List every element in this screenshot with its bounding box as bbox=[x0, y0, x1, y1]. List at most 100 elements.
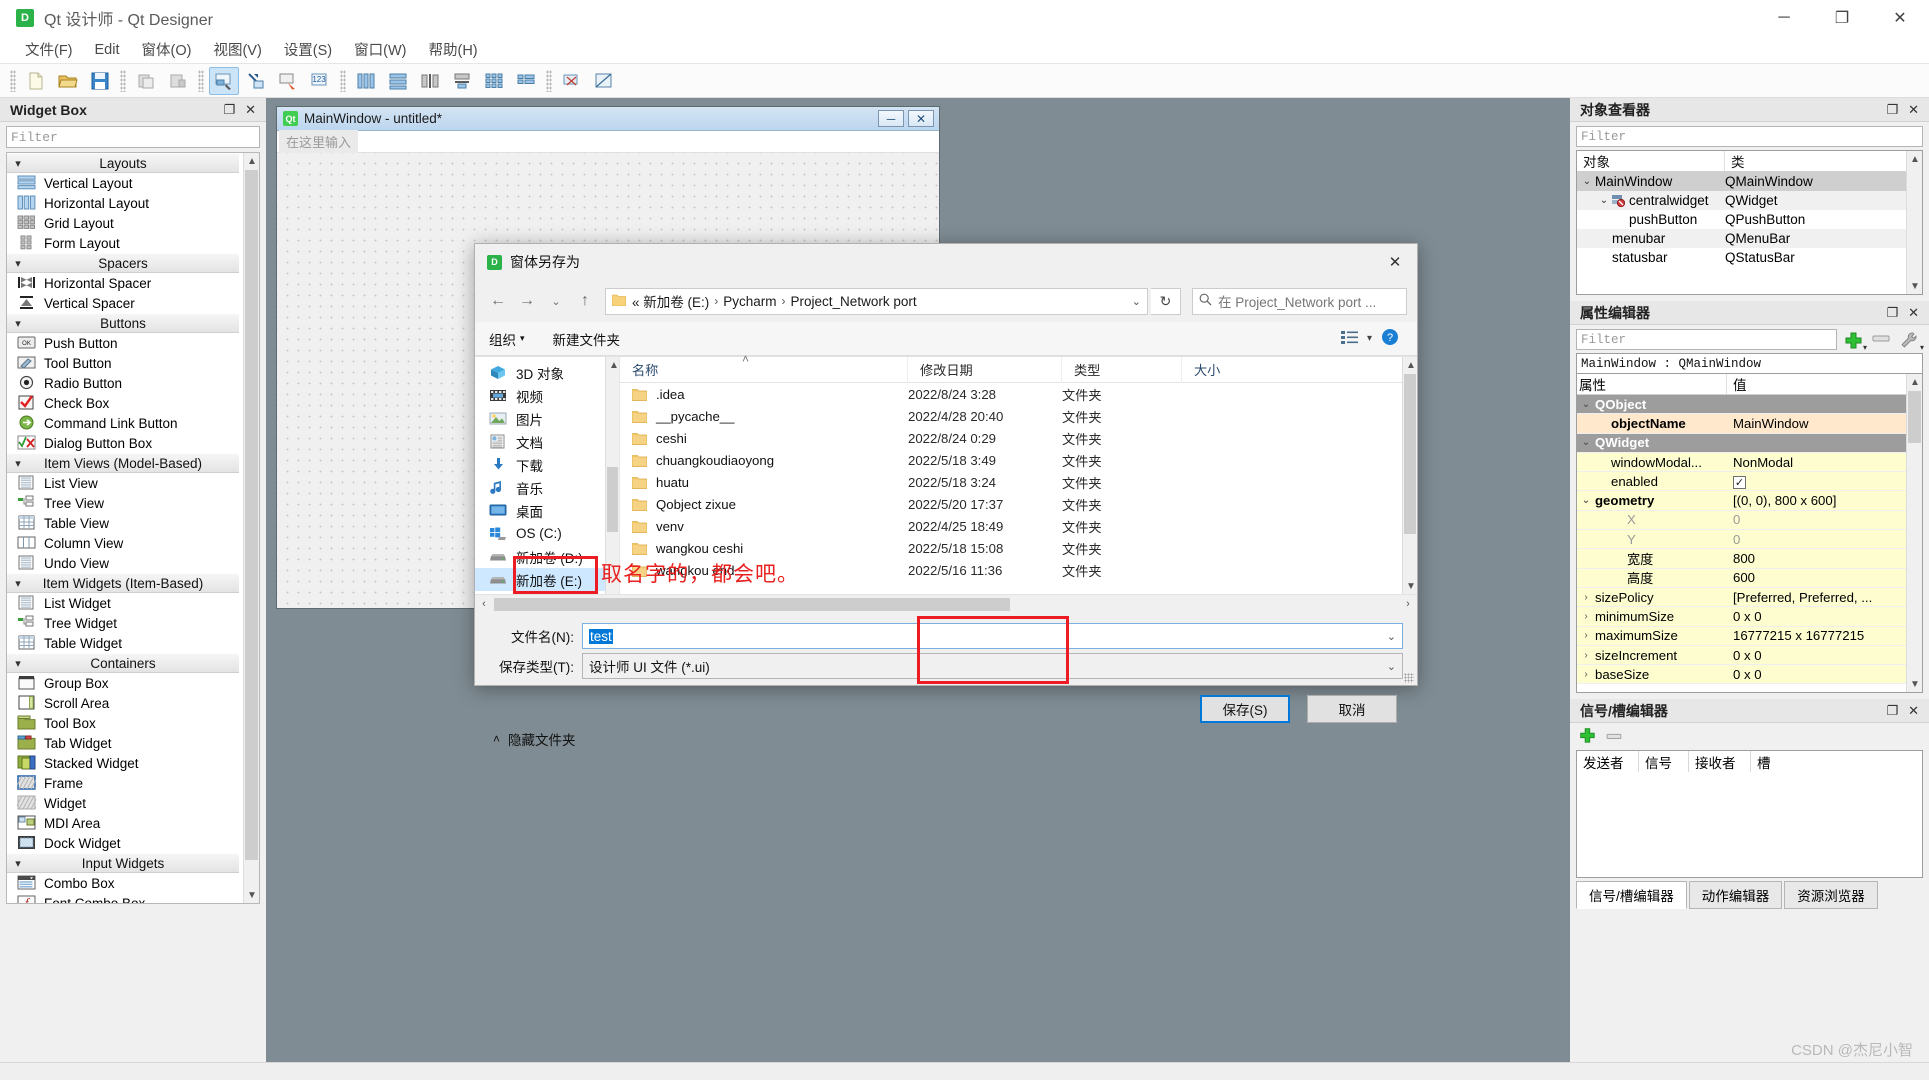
widget-box-group-spacers[interactable]: ▾ Spacers bbox=[7, 253, 239, 273]
signal-slot-table[interactable]: 发送者 信号 接收者 槽 bbox=[1576, 750, 1923, 878]
layout-form-icon[interactable] bbox=[511, 67, 541, 95]
widget-item-radio-button[interactable]: Radio Button bbox=[7, 373, 239, 393]
widget-item-combo-box[interactable]: Combo Box bbox=[7, 873, 239, 893]
hscroll-thumb[interactable] bbox=[494, 597, 1010, 611]
file-row[interactable]: chuangkoudiaoyong 2022/5/18 3:49 文件夹 bbox=[620, 449, 1417, 471]
menu-placeholder-text[interactable]: 在这里输入 bbox=[279, 130, 359, 153]
widget-item-frame[interactable]: Frame bbox=[7, 773, 239, 793]
file-row[interactable]: __pycache__ 2022/4/28 20:40 文件夹 bbox=[620, 405, 1417, 427]
open-file-icon[interactable] bbox=[53, 67, 83, 95]
address-bar[interactable]: « 新加卷 (E:) › Pycharm › Project_Network p… bbox=[605, 287, 1148, 315]
float-icon[interactable]: ❐ bbox=[223, 102, 235, 118]
scroll-down-icon[interactable]: ▼ bbox=[1403, 578, 1419, 594]
property-twisty[interactable]: ⌄ bbox=[1577, 437, 1595, 448]
wrench-icon[interactable]: ▾ bbox=[1899, 330, 1924, 352]
property-row-objectName[interactable]: objectName MainWindow bbox=[1577, 414, 1922, 434]
tab-动作编辑器[interactable]: 动作编辑器 bbox=[1688, 881, 1783, 909]
menu-item-0[interactable]: 文件(F) bbox=[14, 36, 84, 63]
chevron-down-icon[interactable]: ⌄ bbox=[1132, 295, 1141, 308]
minus-icon[interactable] bbox=[1871, 331, 1893, 348]
plus-icon[interactable] bbox=[1578, 726, 1596, 747]
widget-box-group-buttons[interactable]: ▾ Buttons bbox=[7, 313, 239, 333]
forward-icon[interactable]: → bbox=[514, 288, 540, 314]
close-icon[interactable]: ✕ bbox=[1908, 102, 1919, 118]
widget-item-tree-view[interactable]: Tree View bbox=[7, 493, 239, 513]
widget-box-group-item-widgets-item-based[interactable]: ▾ Item Widgets (Item-Based) bbox=[7, 573, 239, 593]
property-value[interactable]: 0 x 0 bbox=[1733, 609, 1762, 624]
widget-item-check-box[interactable]: Check Box bbox=[7, 393, 239, 413]
property-value[interactable]: NonModal bbox=[1733, 455, 1793, 470]
enabled-checkbox[interactable]: ✓ bbox=[1733, 475, 1746, 489]
property-row-geometry[interactable]: ⌄ geometry [(0, 0), 800 x 600] bbox=[1577, 491, 1922, 511]
layout-horizontally-icon[interactable] bbox=[351, 67, 381, 95]
tab-信号-槽编辑器[interactable]: 信号/槽编辑器 bbox=[1576, 881, 1687, 909]
widget-item-list-view[interactable]: List View bbox=[7, 473, 239, 493]
widget-item-undo-view[interactable]: Undo View bbox=[7, 553, 239, 573]
refresh-icon[interactable]: ↻ bbox=[1151, 287, 1181, 315]
property-value[interactable]: 16777215 x 16777215 bbox=[1733, 628, 1864, 643]
tree-twisty[interactable]: ⌄ bbox=[1596, 195, 1612, 206]
widget-item-tool-button[interactable]: Tool Button bbox=[7, 353, 239, 373]
widget-box-group-containers[interactable]: ▾ Containers bbox=[7, 653, 239, 673]
widget-item-group-box[interactable]: Group Box bbox=[7, 673, 239, 693]
property-row-X[interactable]: X0 bbox=[1577, 510, 1922, 531]
float-icon[interactable]: ❐ bbox=[1886, 305, 1898, 321]
widget-item-mdi-area[interactable]: MDI Area bbox=[7, 813, 239, 833]
property-value[interactable]: MainWindow bbox=[1733, 416, 1809, 431]
hide-folders-toggle[interactable]: ˄ 隐藏文件夹 bbox=[475, 723, 1417, 749]
widget-box-group-item-views-model-based[interactable]: ▾ Item Views (Model-Based) bbox=[7, 453, 239, 473]
property-value[interactable]: [(0, 0), 800 x 600] bbox=[1733, 493, 1836, 508]
widget-item-horizontal-spacer[interactable]: Horizontal Spacer bbox=[7, 273, 239, 293]
file-row[interactable]: ceshi 2022/8/24 0:29 文件夹 bbox=[620, 427, 1417, 449]
object-tree[interactable]: 对象 类 ⌄ MainWindow QMainWindow ⌄ centralwidge… bbox=[1576, 150, 1923, 295]
file-row[interactable]: Qobject zixue 2022/5/20 17:37 文件夹 bbox=[620, 493, 1417, 515]
menu-item-3[interactable]: 视图(V) bbox=[202, 36, 272, 63]
toolbar-grip[interactable] bbox=[120, 69, 126, 92]
widget-item-tree-widget[interactable]: Tree Widget bbox=[7, 613, 239, 633]
close-icon[interactable]: ✕ bbox=[1908, 305, 1919, 321]
column-header-signal[interactable]: 信号 bbox=[1639, 751, 1689, 772]
widget-item-list-widget[interactable]: List Widget bbox=[7, 593, 239, 613]
minimize-button[interactable]: ─ bbox=[1755, 0, 1813, 36]
scroll-up-icon[interactable]: ▲ bbox=[1403, 357, 1419, 373]
scrollbar-thumb[interactable] bbox=[607, 467, 618, 532]
widget-box-filter-input[interactable]: Filter bbox=[6, 126, 260, 148]
scroll-down-icon[interactable]: ▼ bbox=[1907, 278, 1923, 294]
scroll-up-icon[interactable]: ▲ bbox=[1907, 374, 1922, 390]
object-row-menubar[interactable]: menubar QMenuBar bbox=[1577, 229, 1922, 248]
column-header-slot[interactable]: 槽 bbox=[1751, 751, 1922, 772]
property-value[interactable]: 600 bbox=[1733, 570, 1755, 585]
property-value[interactable]: 0 bbox=[1733, 532, 1740, 547]
float-icon[interactable]: ❐ bbox=[1886, 102, 1898, 118]
property-twisty[interactable]: ⌄ bbox=[1577, 399, 1595, 410]
maximize-button[interactable]: ❐ bbox=[1813, 0, 1871, 36]
menu-item-1[interactable]: Edit bbox=[84, 39, 131, 61]
form-menu-bar[interactable]: 在这里输入 bbox=[277, 130, 939, 153]
widget-item-tab-widget[interactable]: Tab Widget bbox=[7, 733, 239, 753]
organize-menu[interactable]: 组织 ▾ bbox=[489, 329, 525, 349]
widget-item-stacked-widget[interactable]: Stacked Widget bbox=[7, 753, 239, 773]
scrollbar-thumb[interactable] bbox=[1404, 374, 1416, 534]
back-icon[interactable]: ← bbox=[485, 288, 511, 314]
property-row--[interactable]: 高度 600 bbox=[1577, 568, 1922, 588]
close-icon[interactable]: ✕ bbox=[245, 102, 256, 118]
scroll-down-icon[interactable]: ▼ bbox=[1907, 676, 1922, 692]
chevron-down-icon[interactable]: ⌄ bbox=[1387, 630, 1396, 643]
up-icon[interactable]: ↑ bbox=[572, 288, 598, 314]
widget-box-scrollbar[interactable]: ▲ ▼ bbox=[243, 153, 259, 903]
widget-box-group-input-widgets[interactable]: ▾ Input Widgets bbox=[7, 853, 239, 873]
property-row-sizePolicy[interactable]: › sizePolicy [Preferred, Preferred, ... bbox=[1577, 587, 1922, 608]
chevron-down-icon[interactable]: ▾ bbox=[1367, 333, 1372, 344]
hscroll-track[interactable] bbox=[493, 597, 1399, 611]
property-value[interactable]: 0 x 0 bbox=[1733, 648, 1762, 663]
scrollbar-thumb[interactable] bbox=[1908, 391, 1921, 443]
redo-icon[interactable] bbox=[163, 67, 193, 95]
place-item-OS-C-[interactable]: OS (C:) bbox=[475, 522, 619, 545]
scroll-down-icon[interactable]: ▼ bbox=[244, 887, 259, 903]
break-layout-icon[interactable] bbox=[557, 67, 587, 95]
dialog-resize-grip[interactable] bbox=[1404, 673, 1414, 683]
edit-buddies-icon[interactable] bbox=[273, 67, 303, 95]
widget-item-scroll-area[interactable]: Scroll Area bbox=[7, 693, 239, 713]
adjust-size-icon[interactable] bbox=[589, 67, 619, 95]
chevron-down-icon[interactable]: ⌄ bbox=[1387, 660, 1396, 673]
